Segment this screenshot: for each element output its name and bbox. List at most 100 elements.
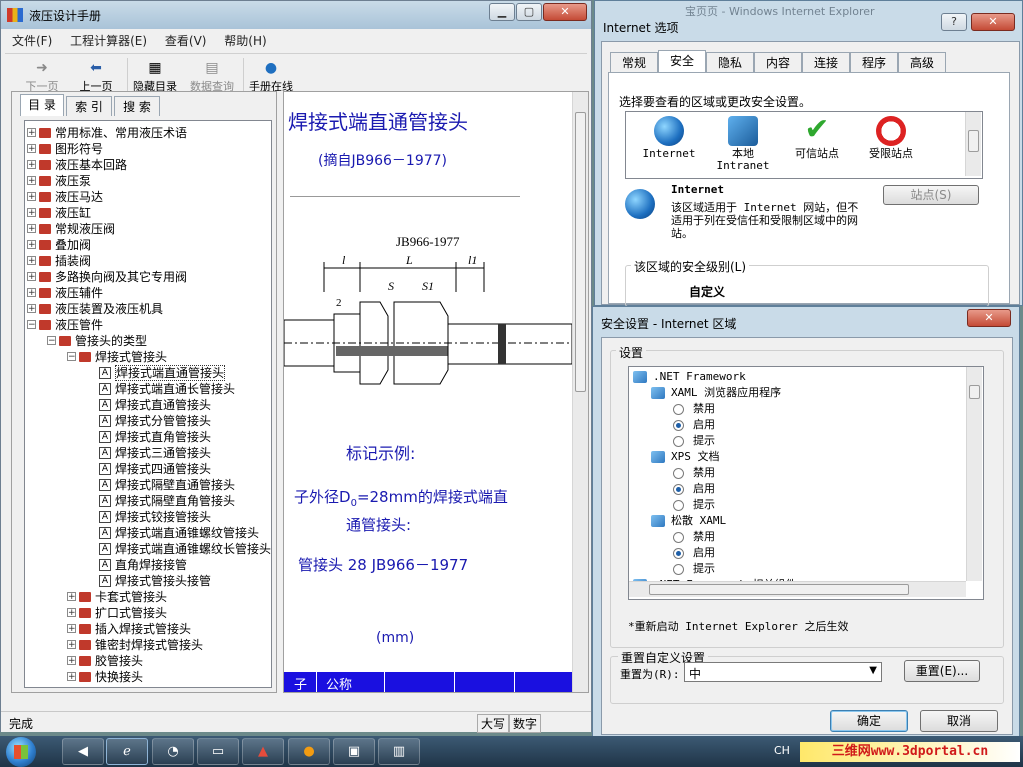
setting-option[interactable]: 提示	[629, 497, 969, 513]
radio-button[interactable]	[673, 500, 684, 511]
expand-toggle-icon[interactable]: +	[27, 304, 36, 314]
tree-item[interactable]: + 液压辅件	[25, 285, 265, 301]
expand-toggle-icon[interactable]: +	[67, 640, 76, 650]
taskbar-left-arrow-button[interactable]: ◀	[62, 738, 104, 765]
tree-item[interactable]: + 插入焊接式管接头	[25, 621, 265, 637]
tree-item[interactable]: A 焊接式直角管接头	[25, 429, 265, 445]
tree-item[interactable]: A 焊接式端直通长管接头	[25, 381, 265, 397]
menu-calculator[interactable]: 工程计算器(E)	[63, 31, 154, 51]
tree-item[interactable]: + 叠加阀	[25, 237, 265, 253]
handbook-title-bar[interactable]: 液压设计手册 ▁ ▢ ✕	[1, 1, 591, 29]
zone-scrollbar[interactable]	[965, 112, 981, 176]
setting-option[interactable]: 启用	[629, 481, 969, 497]
reset-level-select[interactable]: 中 ▼	[684, 662, 882, 682]
zone-item[interactable]: Internet	[634, 116, 704, 176]
options-tab[interactable]: 内容	[754, 52, 802, 72]
menu-help[interactable]: 帮助(H)	[217, 31, 273, 51]
tree-item[interactable]: + 快换接头	[25, 669, 265, 685]
radio-button[interactable]	[673, 532, 684, 543]
close-button[interactable]: ✕	[543, 3, 587, 21]
tree-item[interactable]: + 图形符号	[25, 141, 265, 157]
expand-toggle-icon[interactable]: +	[27, 272, 36, 282]
expand-toggle-icon[interactable]: −	[47, 336, 56, 346]
tree-item[interactable]: + 卡套式管接头	[25, 589, 265, 605]
expand-toggle-icon[interactable]: +	[27, 160, 36, 170]
expand-toggle-icon[interactable]: +	[67, 592, 76, 602]
tree-item[interactable]: A 焊接式直通管接头	[25, 397, 265, 413]
settings-scrollbar-h[interactable]	[629, 581, 966, 597]
tab-contents[interactable]: 目 录	[20, 94, 64, 116]
menu-view[interactable]: 查看(V)	[158, 31, 214, 51]
options-tab[interactable]: 高级	[898, 52, 946, 72]
security-settings-close-button[interactable]: ✕	[967, 309, 1011, 327]
zone-item[interactable]: 受限站点	[856, 116, 926, 176]
expand-toggle-icon[interactable]: −	[27, 320, 36, 330]
expand-toggle-icon[interactable]: +	[67, 624, 76, 634]
radio-button[interactable]	[673, 564, 684, 575]
ok-button[interactable]: 确定	[830, 710, 908, 732]
tree-item[interactable]: A 焊接式四通管接头	[25, 461, 265, 477]
options-tab[interactable]: 安全	[658, 50, 706, 72]
expand-toggle-icon[interactable]: +	[67, 672, 76, 682]
tree-item[interactable]: A 焊接式端直通锥螺纹长管接头	[25, 541, 271, 557]
radio-button[interactable]	[673, 404, 684, 415]
tree-item[interactable]: + 液压基本回路	[25, 157, 265, 173]
tree-item[interactable]: A 焊接式端直通锥螺纹管接头	[25, 525, 265, 541]
tree-item[interactable]: + 胶管接头	[25, 653, 265, 669]
cancel-button[interactable]: 取消	[920, 710, 998, 732]
internet-options-close-button[interactable]: ✕	[971, 13, 1015, 31]
setting-option[interactable]: 禁用	[629, 401, 969, 417]
expand-toggle-icon[interactable]: +	[27, 224, 36, 234]
tree-item[interactable]: A 直角焊接接管	[25, 557, 265, 573]
sites-button[interactable]: 站点(S)	[883, 185, 979, 205]
taskbar-handbook-button[interactable]: ▥	[378, 738, 420, 765]
tree-item[interactable]: + 液压泵	[25, 173, 265, 189]
tree-item[interactable]: − 焊接式管接头	[25, 349, 265, 365]
setting-option[interactable]: 启用	[629, 417, 969, 433]
setting-option[interactable]: 禁用	[629, 529, 969, 545]
expand-toggle-icon[interactable]: +	[27, 208, 36, 218]
expand-toggle-icon[interactable]: −	[67, 352, 76, 362]
setting-option[interactable]: 提示	[629, 433, 969, 449]
setting-option[interactable]: 禁用	[629, 465, 969, 481]
expand-toggle-icon[interactable]: +	[67, 656, 76, 666]
tab-search[interactable]: 搜 索	[114, 96, 160, 116]
taskbar-pdf-button[interactable]: ▲	[242, 738, 284, 765]
tree-item[interactable]: + 液压缸	[25, 205, 265, 221]
tree-item[interactable]: A 焊接式管接头接管	[25, 573, 265, 589]
expand-toggle-icon[interactable]: +	[27, 192, 36, 202]
expand-toggle-icon[interactable]: +	[27, 256, 36, 266]
taskbar-app-button[interactable]: ▣	[333, 738, 375, 765]
reset-button[interactable]: 重置(E)...	[904, 660, 980, 682]
options-tab[interactable]: 隐私	[706, 52, 754, 72]
settings-scrollbar-v[interactable]	[966, 367, 982, 581]
options-tab[interactable]: 程序	[850, 52, 898, 72]
zone-item[interactable]: 本地 Intranet	[708, 116, 778, 176]
help-button[interactable]: ?	[941, 13, 967, 31]
tree-item[interactable]: A 焊接式铰接管接头	[25, 509, 265, 525]
tree-item[interactable]: A 焊接式三通管接头	[25, 445, 265, 461]
tree-item[interactable]: + 常用标准、常用液压术语	[25, 125, 265, 141]
taskbar-explorer-button[interactable]: ▭	[197, 738, 239, 765]
tree-item[interactable]: + 常规液压阀	[25, 221, 265, 237]
tree-item[interactable]: A 焊接式隔壁直角管接头	[25, 493, 265, 509]
tree-item[interactable]: + 锥密封焊接式管接头	[25, 637, 265, 653]
expand-toggle-icon[interactable]: +	[27, 128, 36, 138]
tree-item[interactable]: + 液压装置及液压机具	[25, 301, 265, 317]
maximize-button[interactable]: ▢	[516, 3, 542, 21]
tree-item[interactable]: + 液压马达	[25, 189, 265, 205]
expand-toggle-icon[interactable]: +	[27, 240, 36, 250]
tree-item[interactable]: − 液压管件	[25, 317, 265, 333]
radio-button[interactable]	[673, 548, 684, 559]
tree-item[interactable]: − 管接头的类型	[25, 333, 265, 349]
options-tab[interactable]: 连接	[802, 52, 850, 72]
tree-item[interactable]: + 多路换向阀及其它专用阀	[25, 269, 265, 285]
language-indicator[interactable]: CH	[774, 744, 790, 757]
options-tab[interactable]: 常规	[610, 52, 658, 72]
radio-button[interactable]	[673, 436, 684, 447]
tree-item[interactable]: A 焊接式端直通管接头	[25, 365, 265, 381]
tree-item[interactable]: A 焊接式隔壁直通管接头	[25, 477, 265, 493]
expand-toggle-icon[interactable]: +	[27, 144, 36, 154]
zone-item[interactable]: ✔ 可信站点	[782, 115, 852, 176]
expand-toggle-icon[interactable]: +	[67, 608, 76, 618]
